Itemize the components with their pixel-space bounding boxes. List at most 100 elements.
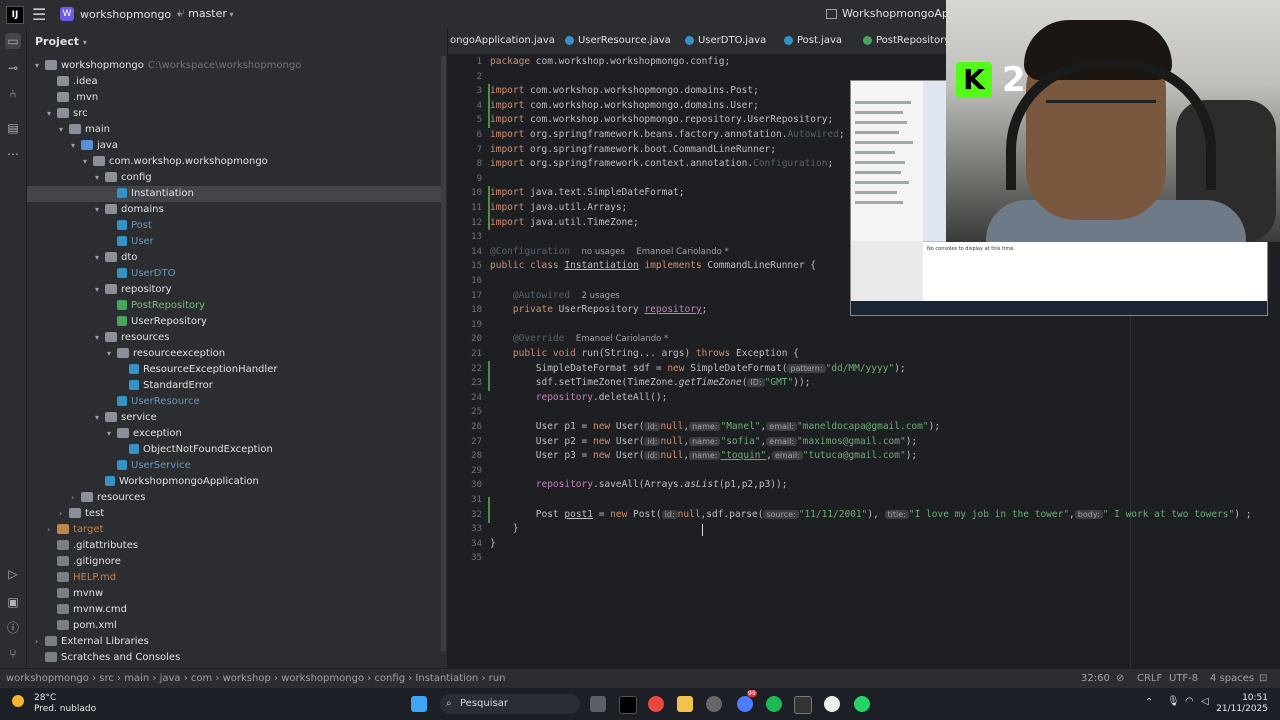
line-number[interactable]: 3 — [477, 84, 482, 99]
tree-item[interactable]: ▾ repository — [27, 282, 441, 298]
chevron-down-icon[interactable]: ▾ — [107, 346, 117, 362]
intellij-taskbar-icon[interactable] — [619, 696, 637, 714]
line-number[interactable]: 13 — [471, 230, 482, 245]
line-number[interactable]: 11 — [471, 201, 482, 216]
chevron-down-icon[interactable]: ▾ — [47, 106, 57, 122]
indent-setting[interactable]: 4 spaces — [1210, 673, 1254, 684]
line-number[interactable]: 2 — [477, 70, 482, 85]
line-number[interactable]: 12 — [471, 216, 482, 231]
tree-item[interactable]: ResourceExceptionHandler — [27, 362, 441, 378]
line-number[interactable]: 29 — [471, 464, 482, 479]
tree-item[interactable]: ▾ workshopmongo C:\workspace\workshopmongo — [27, 58, 441, 74]
tree-item[interactable]: mvnw.cmd — [27, 602, 441, 618]
tree-item[interactable]: ▾ main — [27, 122, 441, 138]
git-icon[interactable]: ⑂ — [5, 646, 21, 662]
usages-hint[interactable]: 2 usages — [582, 291, 620, 301]
wifi-icon[interactable]: ◠ — [1185, 696, 1194, 707]
line-number[interactable]: 6 — [477, 128, 482, 143]
chevron-up-icon[interactable]: ⌃ — [1145, 697, 1153, 708]
line-number[interactable]: 5 — [477, 113, 482, 128]
author-hint[interactable]: Emanoel Cariolando * — [576, 334, 668, 344]
spotify-icon[interactable] — [766, 696, 782, 712]
whatsapp-icon[interactable] — [854, 696, 870, 712]
line-number[interactable]: 33 — [471, 522, 482, 537]
breadcrumb-item[interactable]: workshopmongo — [6, 673, 89, 684]
tree-item[interactable]: HELP.md — [27, 570, 441, 586]
line-number[interactable]: 28 — [471, 449, 482, 464]
pull-requests-icon[interactable]: ⑃ — [5, 86, 21, 102]
services-icon[interactable]: ▷ — [5, 566, 21, 582]
tree-item[interactable]: Instantiation — [27, 186, 441, 202]
project-panel-header[interactable]: Project ▾ — [35, 35, 87, 48]
line-ending[interactable]: CRLF — [1137, 673, 1162, 684]
tree-item[interactable]: UserResource — [27, 394, 441, 410]
tree-item[interactable]: ▾ service — [27, 410, 441, 426]
tree-item[interactable]: .gitignore — [27, 554, 441, 570]
tree-item[interactable]: ▾ resourceexception — [27, 346, 441, 362]
chevron-down-icon[interactable]: ▾ — [95, 250, 105, 266]
caret-position[interactable]: 32:60 — [1081, 673, 1110, 684]
line-number[interactable]: 23 — [471, 376, 482, 391]
windows-start-icon[interactable] — [411, 696, 427, 712]
line-number[interactable]: 25 — [471, 405, 482, 420]
line-number[interactable]: 19 — [471, 318, 482, 333]
chevron-down-icon[interactable]: ▾ — [95, 410, 105, 426]
teams-icon[interactable]: 99 — [737, 690, 757, 712]
line-number[interactable]: 34 — [471, 537, 482, 552]
more-icon[interactable]: ⋯ — [5, 146, 21, 162]
chevron-down-icon[interactable]: ▾ — [35, 58, 45, 74]
project-scrollbar[interactable] — [441, 56, 446, 652]
chevron-down-icon[interactable]: ▾ — [95, 202, 105, 218]
line-number[interactable]: 22 — [471, 362, 482, 377]
chevron-down-icon[interactable]: ▾ — [59, 122, 69, 138]
line-number[interactable]: 31 — [471, 493, 482, 508]
breadcrumb-item[interactable]: config — [374, 673, 405, 684]
tree-item[interactable]: PostRepository — [27, 298, 441, 314]
tab-user-dto[interactable]: UserDTO.java — [685, 35, 766, 46]
tree-item[interactable]: UserDTO — [27, 266, 441, 282]
chevron-down-icon[interactable]: ▾ — [95, 170, 105, 186]
line-number[interactable]: 14 — [471, 245, 482, 260]
git-status-icon[interactable]: ⊡ — [1259, 673, 1267, 684]
line-number[interactable]: 18 — [471, 303, 482, 318]
line-number[interactable]: 20 — [471, 332, 482, 347]
breadcrumb-item[interactable]: main — [124, 673, 149, 684]
tree-item[interactable]: › target — [27, 522, 441, 538]
breadcrumb-item[interactable]: Instantiation — [415, 673, 478, 684]
branch-selector[interactable]: ⑂ master ▾ — [178, 7, 233, 20]
obs-icon[interactable] — [706, 696, 722, 712]
lock-icon[interactable]: ⊘ — [1116, 673, 1124, 684]
line-number[interactable]: 9 — [477, 172, 482, 187]
line-number[interactable]: 30 — [471, 478, 482, 493]
tree-item[interactable]: ▾ resources — [27, 330, 441, 346]
chevron-down-icon[interactable]: ▾ — [71, 138, 81, 154]
system-clock[interactable]: 10:51 21/11/2025 — [1216, 693, 1268, 715]
tree-item[interactable]: .idea — [27, 74, 441, 90]
line-number[interactable]: 17 — [471, 289, 482, 304]
line-number[interactable]: 35 — [471, 551, 482, 566]
structure-icon[interactable]: ▤ — [5, 120, 21, 136]
tab-user-resource[interactable]: UserResource.java — [565, 35, 671, 46]
tree-item[interactable]: › External Libraries — [27, 634, 441, 650]
tab-post[interactable]: Post.java — [784, 35, 842, 46]
tree-item[interactable]: mvnw — [27, 586, 441, 602]
line-number[interactable]: 32 — [471, 508, 482, 523]
tree-item[interactable]: › resources — [27, 490, 441, 506]
app-icon[interactable] — [824, 696, 840, 712]
tree-item[interactable]: StandardError — [27, 378, 441, 394]
line-number[interactable]: 1 — [477, 55, 482, 70]
chevron-down-icon[interactable]: ▾ — [95, 282, 105, 298]
tree-item[interactable]: › test — [27, 506, 441, 522]
breadcrumb-item[interactable]: run — [489, 673, 506, 684]
chevron-down-icon[interactable]: ▾ — [95, 330, 105, 346]
weather-widget[interactable]: 28°C Pred. nublado — [12, 693, 96, 715]
usages-hint[interactable]: no usages — [582, 247, 625, 257]
line-number[interactable]: 15 — [471, 259, 482, 274]
tree-item[interactable]: UserRepository — [27, 314, 441, 330]
chevron-down-icon[interactable]: ▾ — [83, 154, 93, 170]
line-number[interactable]: 10 — [471, 186, 482, 201]
chrome-icon[interactable] — [648, 696, 664, 712]
problems-icon[interactable]: ⓘ — [5, 620, 21, 636]
chevron-down-icon[interactable]: ▾ — [107, 426, 117, 442]
file-explorer-icon[interactable] — [677, 696, 693, 712]
